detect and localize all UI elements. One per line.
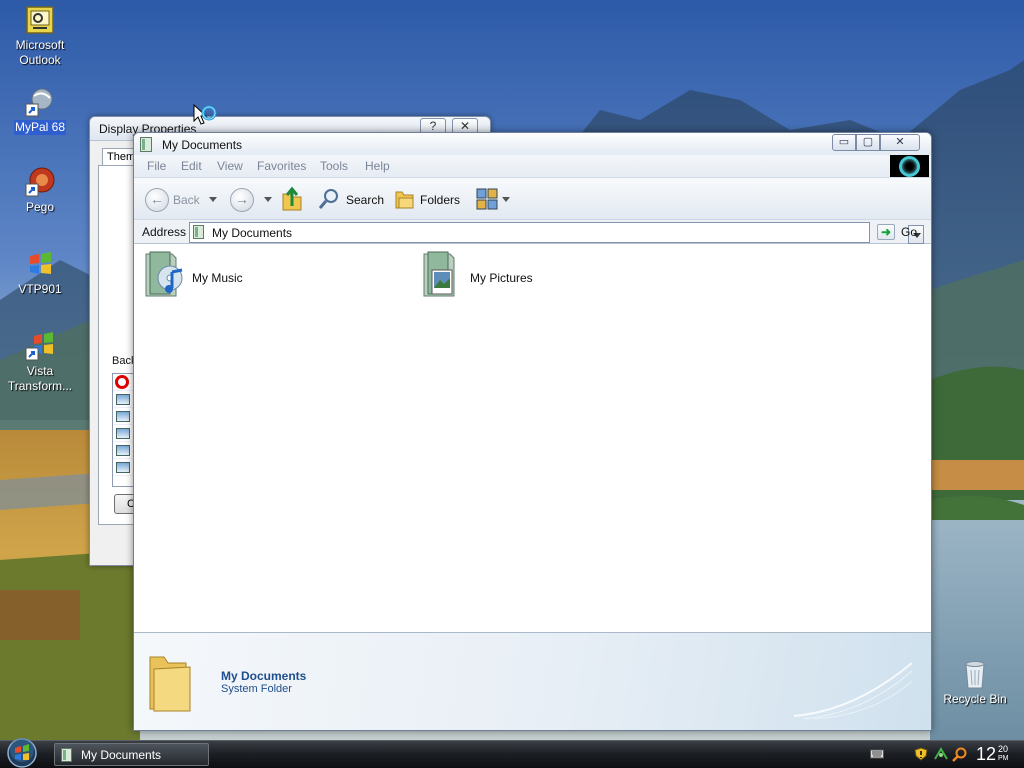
maximize-icon: ▢ (862, 136, 874, 148)
search-tray-icon[interactable] (952, 747, 967, 762)
throbber-ring-icon (899, 156, 920, 177)
my-documents-window[interactable]: My Documents ▭ ▢ ✕ File Edit View Favori… (133, 132, 932, 731)
folder-icon (149, 656, 191, 712)
address-bar: Address My Documents ➜ Go (134, 219, 931, 244)
menu-view[interactable]: View (217, 159, 243, 173)
windows-throbber-logo (890, 155, 929, 178)
window-title: My Documents (162, 138, 243, 152)
search-button-label[interactable]: Search (346, 193, 384, 207)
views-dropdown-icon[interactable] (502, 197, 510, 202)
folder-item-my-pictures[interactable]: My Pictures (420, 250, 570, 302)
keyboard-icon[interactable] (870, 747, 884, 761)
image-icon (116, 428, 130, 439)
close-icon: ✕ (895, 136, 905, 148)
clock-hour: 12 (976, 744, 997, 764)
pictures-folder-icon (423, 251, 455, 297)
mypal-globe-icon (25, 88, 53, 117)
go-arrow-icon[interactable]: ➜ (877, 224, 895, 240)
image-icon (116, 462, 130, 473)
pego-icon (25, 167, 55, 197)
security-shield-icon[interactable] (914, 747, 928, 761)
folder-content[interactable]: My Music My Pictures (134, 244, 931, 632)
start-button[interactable] (2, 737, 40, 768)
window-titlebar[interactable]: My Documents ▭ ▢ ✕ (134, 133, 931, 155)
search-icon[interactable] (318, 188, 340, 210)
clock-ampm: PM (998, 755, 1009, 762)
menu-bar: File Edit View Favorites Tools Help (134, 155, 931, 177)
address-label: Address (142, 225, 187, 239)
go-button-label[interactable]: Go (901, 225, 917, 239)
menu-tools[interactable]: Tools (320, 159, 348, 173)
forward-arrow-icon[interactable]: → (230, 188, 254, 212)
menu-edit[interactable]: Edit (181, 159, 202, 173)
taskbar-button-label: My Documents (81, 748, 162, 762)
taskbar: My Documents 12 20 PM (0, 737, 1024, 768)
folders-icon[interactable] (394, 188, 416, 210)
menu-help[interactable]: Help (365, 159, 390, 173)
busy-cursor-icon (193, 104, 217, 125)
outlook-icon (26, 6, 54, 34)
decorative-swoosh (794, 662, 913, 720)
desktop-icon-label: Microsoft Outlook (15, 38, 65, 67)
documents-folder-icon (193, 225, 204, 239)
desktop-icon-label: Pego (25, 200, 55, 214)
minimize-button[interactable]: ▭ (832, 134, 856, 151)
details-pane: My Documents System Folder (134, 632, 931, 730)
menu-file[interactable]: File (147, 159, 166, 173)
desktop-icon-label: VTP901 (18, 282, 62, 296)
image-icon (116, 394, 130, 405)
back-button-label[interactable]: Back (173, 193, 200, 207)
desktop-icon-label: Vista Transform... (7, 364, 73, 393)
clock-minute: 20 (998, 744, 1009, 754)
folders-button-label[interactable]: Folders (420, 193, 460, 207)
address-value: My Documents (212, 226, 293, 240)
documents-folder-icon (140, 137, 152, 152)
up-folder-icon[interactable] (281, 186, 303, 212)
documents-folder-icon (61, 748, 72, 762)
desktop-icon-recycle-bin[interactable]: Recycle Bin (935, 658, 1015, 707)
desktop-icon-microsoft-outlook[interactable]: Microsoft Outlook (0, 4, 80, 68)
desktop-icon-pego[interactable]: Pego (0, 166, 80, 215)
windows-flag-shortcut-icon (25, 332, 53, 361)
windows-flag-icon (30, 252, 51, 274)
details-item-type: System Folder (221, 683, 292, 695)
image-icon (116, 411, 130, 422)
forward-dropdown-icon[interactable] (264, 197, 272, 202)
none-icon (115, 375, 129, 389)
folder-item-label: My Pictures (470, 271, 533, 285)
close-button[interactable]: ✕ (880, 134, 920, 151)
desktop-icon-label: Recycle Bin (943, 692, 1007, 706)
folder-item-my-music[interactable]: My Music (142, 250, 282, 302)
recycle-bin-icon (965, 661, 985, 689)
back-arrow-icon[interactable]: ← (145, 188, 169, 212)
standard-toolbar: ← Back → Search Folders (134, 177, 931, 219)
taskbar-button-my-documents[interactable]: My Documents (54, 743, 209, 766)
network-icon[interactable] (933, 747, 949, 761)
desktop-icon-vista-transformation[interactable]: Vista Transform... (0, 330, 80, 394)
music-folder-icon (145, 251, 183, 297)
menu-favorites[interactable]: Favorites (257, 159, 306, 173)
folder-item-label: My Music (192, 271, 243, 285)
desktop-icon-mypal[interactable]: MyPal 68 (0, 86, 80, 135)
minimize-icon: ▭ (838, 136, 850, 148)
maximize-button[interactable]: ▢ (856, 134, 880, 151)
address-input[interactable]: My Documents (189, 222, 924, 244)
image-icon (116, 445, 130, 456)
desktop-icon-vtp901[interactable]: VTP901 (0, 248, 80, 297)
details-item-name: My Documents (221, 669, 307, 683)
back-dropdown-icon[interactable] (209, 197, 217, 202)
views-icon[interactable] (476, 188, 498, 210)
desktop-icon-label: MyPal 68 (13, 120, 67, 135)
